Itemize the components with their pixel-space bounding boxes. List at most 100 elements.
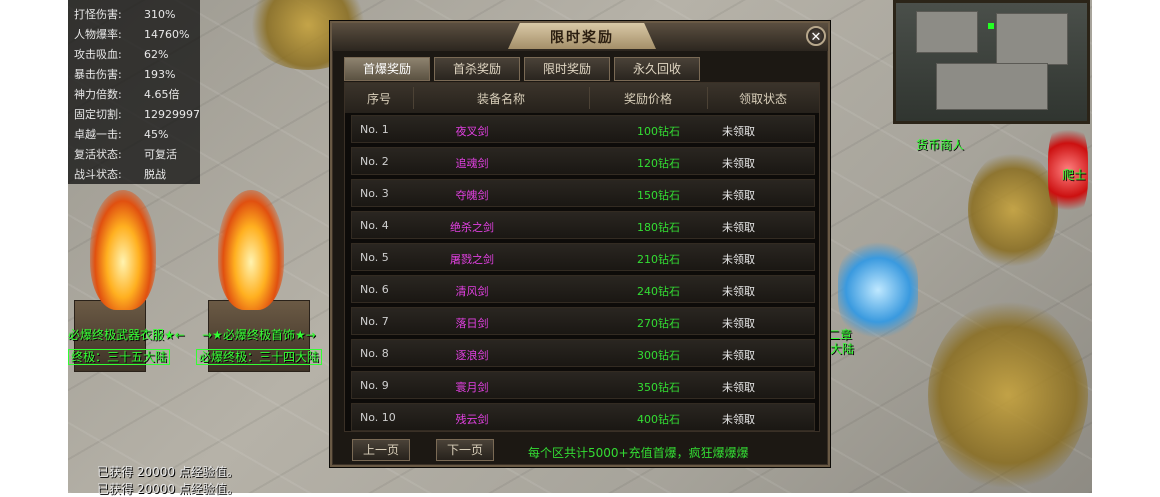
row-number: No. 6 [360,283,389,296]
stat-value: 可复活 [144,148,177,161]
close-button[interactable]: ✕ [806,26,826,46]
reward-price: 100钻石 [637,125,680,138]
row-number: No. 1 [360,123,389,136]
stat-label: 暴击伤害: [74,68,122,81]
npc-portal-35[interactable]: 终极：三十五大陆 [68,348,171,365]
reward-price: 400钻石 [637,413,680,426]
claim-status[interactable]: 未领取 [722,379,755,395]
minimap[interactable] [893,0,1090,124]
row-number: No. 3 [360,187,389,200]
stat-value: 12929997 [144,108,200,121]
table-row[interactable]: No. 7 落日剑 270钻石 未领取 [351,307,815,335]
npc-banner-jewelry[interactable]: →★必爆终极首饰★→ [202,326,316,343]
table-row[interactable]: No. 9 寰月剑 350钻石 未领取 [351,371,815,399]
player-marker-icon [988,23,994,29]
claim-status[interactable]: 未领取 [722,219,755,235]
footer-note: 每个区共计5000+充值首爆，疯狂爆爆爆 [528,446,749,460]
flame-effect [218,190,284,310]
dialog-title: 限时奖励 [550,30,614,46]
stat-value: 4.65倍 [144,88,180,101]
next-page-button[interactable]: 下一页 [436,439,494,461]
item-name: 屠戮之剑 [450,253,494,266]
item-name: 残云剑 [455,413,489,426]
table-row[interactable]: No. 2 追魂剑 120钻石 未领取 [351,147,815,175]
stat-value: 脱战 [144,168,166,181]
stat-row: 攻击吸血: 62% [74,46,168,62]
npc-currency-merchant[interactable]: 货币商人 [916,136,964,153]
reward-price: 120钻石 [637,157,680,170]
autumn-tree [968,150,1058,270]
autumn-tree [928,300,1088,490]
stat-value: 193% [144,68,176,81]
row-number: No. 4 [360,219,389,232]
item-name: 落日剑 [455,317,489,330]
table-row[interactable]: No. 6 清风剑 240钻石 未领取 [351,275,815,303]
portal-effect[interactable] [838,240,918,340]
stat-value: 14760% [144,28,190,41]
stat-value: 310% [144,8,176,21]
table-row[interactable]: No. 4 绝杀之剑 180钻石 未领取 [351,211,815,239]
character-stats-panel: 打怪伤害: 310% 人物爆率: 14760% 攻击吸血: 62% 暴击伤害: 193%… [68,0,200,184]
item-name: 追魂剑 [455,157,489,170]
npc-label-continent[interactable]: 大陆 [830,340,854,357]
item-name: 夜叉剑 [455,125,489,138]
npc-label-right[interactable]: 爬士 [1062,166,1086,183]
column-header-name: 装备名称 [476,92,525,106]
tab-first-kill-reward[interactable]: 首杀奖励 [434,57,520,81]
prev-page-button[interactable]: 上一页 [352,439,410,461]
system-message: 已获得 20000 点经验值。 [97,482,239,496]
stat-row: 打怪伤害: 310% [74,6,175,22]
stat-row: 人物爆率: 14760% [74,26,189,42]
stat-row: 暴击伤害: 193% [74,66,175,82]
stat-label: 人物爆率: [74,28,122,41]
stat-row: 复活状态: 可复活 [74,146,177,162]
npc-portal-34[interactable]: 必爆终极：三十四大陆 [196,348,323,365]
stat-label: 复活状态: [74,148,122,161]
tab-permanent-recycle[interactable]: 永久回收 [614,57,700,81]
reward-table: 序号 装备名称 奖励价格 领取状态 No. 1 夜叉剑 100钻石 未领取 No. 2… [344,82,820,432]
item-name: 绝杀之剑 [450,221,494,234]
table-row[interactable]: No. 8 逐浪剑 300钻石 未领取 [351,339,815,367]
claim-status[interactable]: 未领取 [722,347,755,363]
stat-label: 固定切割: [74,108,122,121]
claim-status[interactable]: 未领取 [722,155,755,171]
stat-label: 神力倍数: [74,88,122,101]
row-number: No. 9 [360,379,389,392]
stat-label: 打怪伤害: [74,8,122,21]
stat-label: 战斗状态: [74,168,122,181]
claim-status[interactable]: 未领取 [722,283,755,299]
stat-row: 固定切割: 12929997 [74,106,200,122]
reward-price: 350钻石 [637,381,680,394]
table-row[interactable]: No. 10 残云剑 400钻石 未领取 [351,403,815,431]
stat-value: 45% [144,128,169,141]
table-row[interactable]: No. 5 屠戮之剑 210钻石 未领取 [351,243,815,271]
item-name: 逐浪剑 [455,349,489,362]
stat-row: 神力倍数: 4.65倍 [74,86,180,102]
system-message: 已获得 20000 点经验值。 [97,465,239,479]
tab-first-drop-reward[interactable]: 首爆奖励 [344,57,430,81]
stat-row: 卓越一击: 45% [74,126,168,142]
npc-banner-weapon[interactable]: 必爆终极武器衣服★← [68,326,185,343]
item-name: 清风剑 [455,285,489,298]
stat-label: 卓越一击: [74,128,122,141]
reward-price: 300钻石 [637,349,680,362]
claim-status[interactable]: 未领取 [722,123,755,139]
flame-effect [90,190,156,310]
minimap-building [996,13,1068,65]
item-name: 夺魄剑 [455,189,489,202]
claim-status[interactable]: 未领取 [722,251,755,267]
time-limited-reward-dialog: 限时奖励 ✕ 首爆奖励 首杀奖励 限时奖励 永久回收 序号 装备名称 奖励价格 … [330,21,830,467]
minimap-building [936,63,1048,110]
row-number: No. 7 [360,315,389,328]
row-number: No. 8 [360,347,389,360]
reward-price: 150钻石 [637,189,680,202]
claim-status[interactable]: 未领取 [722,187,755,203]
tab-time-limited-reward[interactable]: 限时奖励 [524,57,610,81]
table-row[interactable]: No. 3 夺魄剑 150钻石 未领取 [351,179,815,207]
column-header-status: 领取状态 [738,92,787,106]
table-row[interactable]: No. 1 夜叉剑 100钻石 未领取 [351,115,815,143]
reward-price: 240钻石 [637,285,680,298]
claim-status[interactable]: 未领取 [722,315,755,331]
claim-status[interactable]: 未领取 [722,411,755,427]
portal-label: 终极：三十五大陆 [68,349,171,365]
